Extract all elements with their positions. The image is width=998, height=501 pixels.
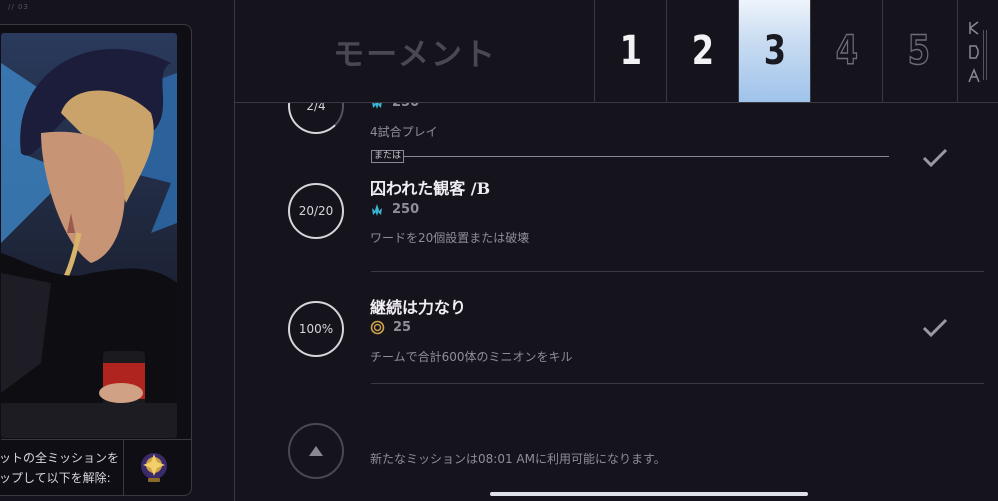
pass-completion-reward: ットの全ミッションを ップして以下を解除:	[0, 439, 191, 495]
tab-label: 3	[763, 28, 787, 74]
tab-moment-4[interactable]: 4	[810, 0, 883, 102]
triangle-up-icon	[309, 446, 323, 456]
mission-description: チームで合計600体のミニオンをキル	[370, 350, 573, 364]
checkmark-icon	[922, 318, 948, 338]
or-divider	[373, 156, 889, 157]
tab-label: 1	[619, 28, 643, 74]
event-token-icon	[370, 320, 385, 335]
kda-logo-icon	[957, 0, 998, 102]
reward-value: 250	[392, 202, 420, 217]
reward-value: 250	[392, 103, 419, 110]
blue-essence-icon	[372, 203, 382, 216]
orb-emblem-icon[interactable]	[135, 448, 173, 486]
blue-essence-icon	[372, 103, 382, 109]
mission-progress-ring: 2/4	[288, 103, 344, 134]
event-pass-card: ットの全ミッションを ップして以下を解除:	[0, 24, 192, 496]
divider	[123, 440, 124, 495]
mission-description: ワードを20個設置または破壊	[370, 231, 530, 245]
tab-label: 2	[691, 28, 715, 74]
tab-label: 4	[835, 27, 859, 75]
page-title: モーメント	[333, 36, 497, 73]
tab-moment-1[interactable]: 1	[594, 0, 667, 102]
tab-moment-2[interactable]: 2	[666, 0, 739, 102]
mission-progress-ring: 100%	[288, 301, 344, 357]
mission-reward: 250	[370, 202, 419, 217]
tab-moment-3[interactable]: 3	[738, 0, 811, 102]
mission-title: 継続は力なり	[370, 298, 467, 317]
mission-description: 4試合プレイ	[370, 125, 438, 139]
mission-reward: 250	[370, 103, 419, 110]
breadcrumb: // 03	[8, 3, 29, 11]
unlock-text-line2: ップして以下を解除:	[0, 471, 111, 485]
mission-reward: 25	[370, 320, 411, 335]
mission-separator	[371, 271, 984, 272]
next-mission-text: 新たなミッションは08:01 AMに利用可能になります。	[370, 452, 666, 466]
mission-title: 囚われた観客 /B	[370, 179, 491, 198]
unlock-description: ットの全ミッションを ップして以下を解除:	[0, 448, 125, 488]
checkmark-icon	[922, 148, 948, 168]
next-mission-ring	[288, 423, 344, 479]
mission-progress-ring: 20/20	[288, 183, 344, 239]
mission-separator	[371, 383, 984, 384]
scrollbar[interactable]	[490, 492, 808, 496]
or-label: または	[371, 150, 405, 163]
moments-header: モーメント 1 2 3 4 5	[235, 0, 998, 103]
champion-portrait	[1, 33, 177, 438]
unlock-text-line1: ットの全ミッションを	[0, 451, 120, 465]
mission-list: 2/4 250 4試合プレイ または 20/20 囚われた観客 /B 250 ワ…	[235, 103, 998, 501]
tab-moment-5[interactable]: 5	[882, 0, 955, 102]
reward-value: 25	[393, 320, 412, 335]
tab-label: 5	[907, 27, 931, 75]
